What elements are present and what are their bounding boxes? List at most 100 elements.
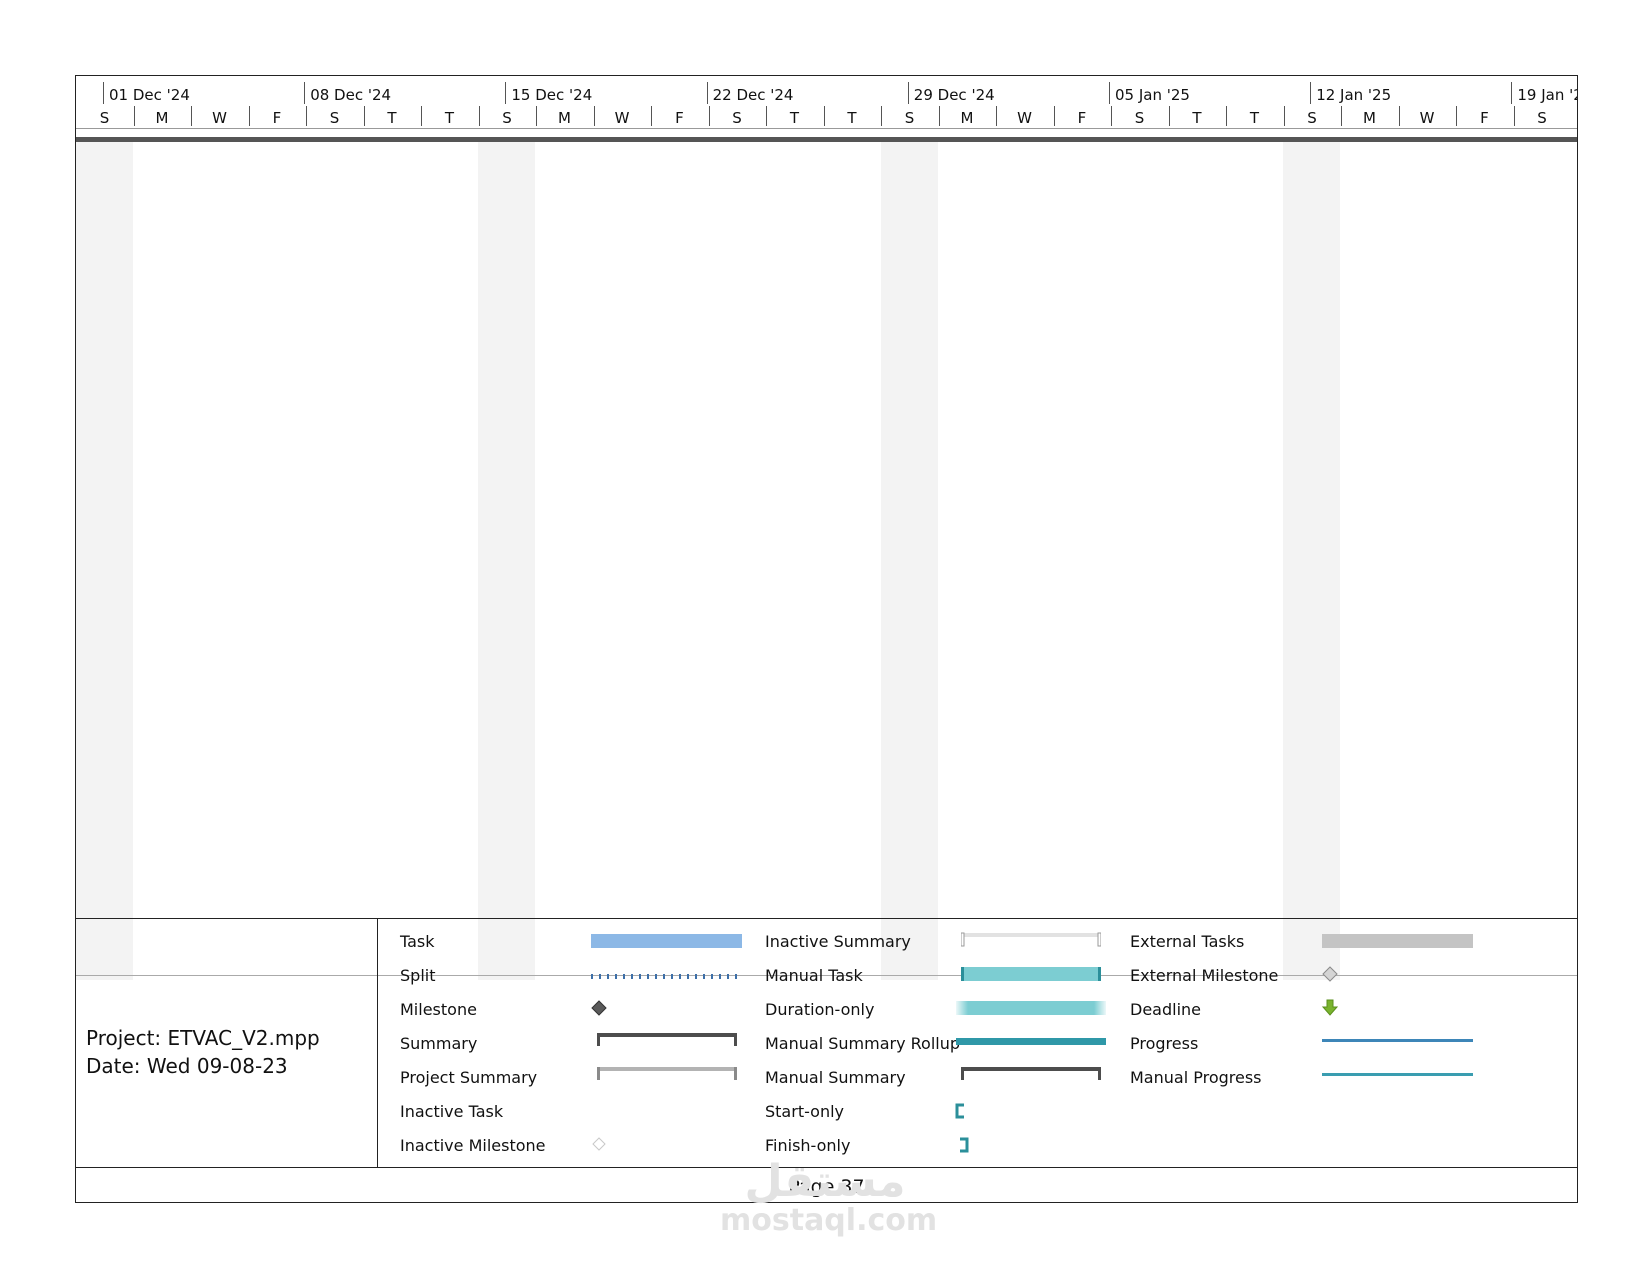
day-tick (1283, 106, 1285, 126)
day-label: S (732, 109, 742, 127)
manual-progress-line-icon (1322, 1073, 1473, 1076)
day-tick (766, 106, 767, 126)
day-tick (421, 106, 422, 126)
day-label: T (789, 109, 800, 127)
legend-divider (377, 919, 378, 1167)
legend-label-summary: Summary (400, 1034, 478, 1053)
task-bar-icon (591, 934, 742, 948)
project-date: Date: Wed 09-08-23 (86, 1054, 288, 1078)
legend-label-manual-summary-rollup: Manual Summary Rollup (765, 1034, 961, 1053)
legend-label-manual-summary: Manual Summary (765, 1068, 906, 1087)
day-label: M (960, 109, 974, 127)
week-label: 22 Dec '24 (712, 86, 794, 104)
week-tick (103, 82, 104, 104)
weekend-shade (1283, 142, 1340, 980)
progress-line-icon (1322, 1039, 1473, 1042)
split-dots-icon (591, 974, 742, 979)
watermark-arabic: مستقل (744, 1156, 906, 1207)
legend-label-manual-progress: Manual Progress (1130, 1068, 1262, 1087)
day-tick (363, 106, 365, 126)
day-label: S (502, 109, 512, 127)
project-info: Project: ETVAC_V2.mpp Date: Wed 09-08-23 (86, 1024, 320, 1080)
external-task-bar-icon (1322, 934, 1473, 948)
day-label: M (558, 109, 571, 127)
timescale-divider (76, 128, 1577, 129)
week-tick (304, 82, 306, 104)
day-label: F (1077, 109, 1087, 127)
duration-only-bar-icon (956, 1001, 1106, 1015)
legend: Project: ETVAC_V2.mpp Date: Wed 09-08-23… (76, 918, 1577, 1168)
day-label: W (1419, 109, 1435, 127)
day-tick (1341, 106, 1342, 126)
external-milestone-diamond-icon (1322, 966, 1338, 982)
week-label: 15 Dec '24 (511, 86, 593, 104)
day-tick (1226, 106, 1227, 126)
week-label: 12 Jan '25 (1316, 86, 1392, 104)
deadline-arrow-icon (1322, 999, 1338, 1016)
legend-label-inactive-task: Inactive Task (400, 1102, 504, 1121)
page-frame: 01 Dec '24 08 Dec '24 15 Dec '24 22 Dec '24… (75, 75, 1578, 1203)
day-label: T (847, 109, 857, 127)
day-label: F (272, 109, 282, 127)
legend-label-manual-task: Manual Task (765, 966, 863, 985)
day-tick (133, 106, 135, 126)
day-tick (708, 106, 710, 126)
weekend-shade (478, 142, 535, 980)
week-label: 01 Dec '24 (109, 86, 190, 104)
day-tick (651, 106, 652, 126)
legend-label-external-milestone: External Milestone (1130, 966, 1279, 985)
legend-label-progress: Progress (1130, 1034, 1199, 1053)
legend-label-milestone: Milestone (400, 1000, 477, 1019)
day-tick (478, 106, 480, 126)
day-tick (881, 106, 882, 126)
day-label: S (1307, 109, 1317, 127)
manual-summary-rollup-bar-icon (956, 1038, 1106, 1045)
day-label: W (1017, 109, 1032, 127)
day-tick (1398, 106, 1400, 126)
legend-label-split: Split (400, 966, 436, 985)
day-label: W (212, 109, 227, 127)
summary-bracket-icon (597, 1033, 737, 1046)
week-tick (1109, 82, 1110, 104)
week-label: 08 Dec '24 (310, 86, 392, 104)
legend-label-project-summary: Project Summary (400, 1068, 538, 1087)
day-tick (1456, 106, 1457, 126)
day-label: W (614, 109, 630, 127)
manual-summary-bracket-icon (961, 1067, 1101, 1080)
legend-label-start-only: Start-only (765, 1102, 844, 1121)
week-tick (1310, 82, 1312, 104)
day-label: S (904, 109, 915, 127)
day-label: T (1249, 109, 1260, 127)
day-label: T (1192, 109, 1202, 127)
weekend-shade (76, 142, 133, 980)
day-tick (1111, 106, 1112, 126)
legend-label-task: Task (400, 932, 435, 951)
day-label: M (1363, 109, 1376, 127)
day-tick (191, 106, 192, 126)
manual-task-bar-icon (961, 967, 1101, 981)
day-tick (938, 106, 940, 126)
gantt-chart-area[interactable] (76, 142, 1577, 980)
day-label: M (155, 109, 169, 127)
day-tick (248, 106, 250, 126)
week-tick (907, 82, 909, 104)
week-label: 05 Jan '25 (1115, 86, 1190, 104)
day-label: T (444, 109, 455, 127)
day-label: F (675, 109, 684, 127)
finish-only-bracket-icon (960, 1137, 969, 1153)
week-tick (505, 82, 507, 104)
day-tick (593, 106, 595, 126)
inactive-summary-bracket-icon (961, 932, 1101, 947)
day-tick (823, 106, 825, 126)
day-tick (1053, 106, 1055, 126)
timescale: 01 Dec '24 08 Dec '24 15 Dec '24 22 Dec '24… (76, 76, 1577, 128)
day-tick (996, 106, 997, 126)
project-summary-bracket-icon (597, 1067, 737, 1080)
week-tick (1511, 82, 1513, 104)
weekend-shade (881, 142, 938, 980)
day-label: S (329, 109, 340, 127)
day-label: F (1480, 109, 1489, 127)
day-tick (1513, 106, 1515, 126)
day-label: T (387, 109, 397, 127)
day-label: S (1537, 109, 1547, 127)
